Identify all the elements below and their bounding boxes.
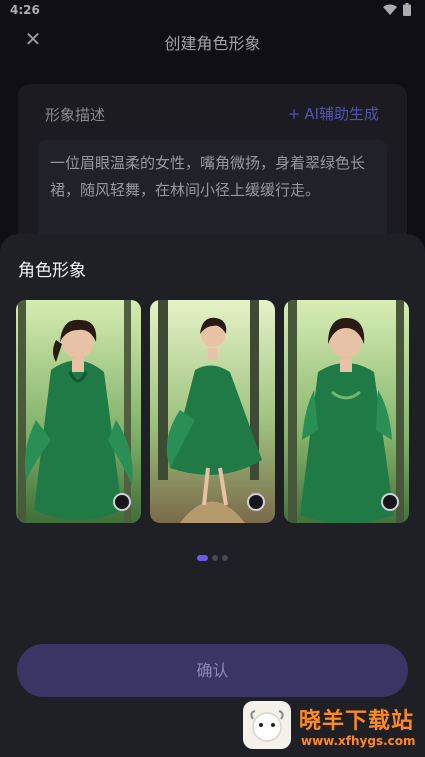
character-image-1[interactable]	[16, 300, 141, 523]
watermark-title: 晓羊下载站	[299, 709, 415, 734]
sheep-logo-icon	[250, 710, 284, 742]
status-time: 4:26	[10, 3, 40, 17]
sheet-title: 角色形象	[18, 261, 86, 281]
ai-generate-label: AI辅助生成	[304, 105, 379, 123]
character-image-sheet: 角色形象 确认	[0, 234, 425, 757]
battery-icon	[403, 3, 411, 16]
wifi-icon	[383, 4, 397, 15]
character-image-3[interactable]	[284, 300, 409, 523]
watermark-url: www.xfhygs.com	[301, 734, 416, 748]
page-dot-1	[197, 555, 208, 561]
character-image-2[interactable]	[150, 300, 275, 523]
character-illustration-2	[150, 300, 275, 523]
select-radio-3[interactable]	[381, 493, 399, 511]
page-indicator	[0, 555, 425, 561]
watermark: 晓羊下载站 www.xfhygs.com	[243, 701, 425, 757]
select-radio-1[interactable]	[113, 493, 131, 511]
status-icons	[383, 3, 411, 16]
confirm-button[interactable]: 确认	[17, 644, 408, 697]
select-radio-2[interactable]	[247, 493, 265, 511]
character-illustration-1	[16, 300, 141, 523]
description-label: 形象描述	[45, 106, 106, 124]
plus-icon: +	[287, 104, 301, 123]
page-dot-3	[222, 555, 228, 561]
header: ✕ 创建角色形象	[0, 20, 425, 60]
page-dot-2	[212, 555, 218, 561]
character-illustration-3	[284, 300, 409, 523]
page-title: 创建角色形象	[164, 34, 261, 53]
ai-generate-button[interactable]: + AI辅助生成	[288, 103, 379, 124]
status-bar: 4:26	[0, 0, 425, 20]
watermark-logo	[243, 701, 291, 749]
